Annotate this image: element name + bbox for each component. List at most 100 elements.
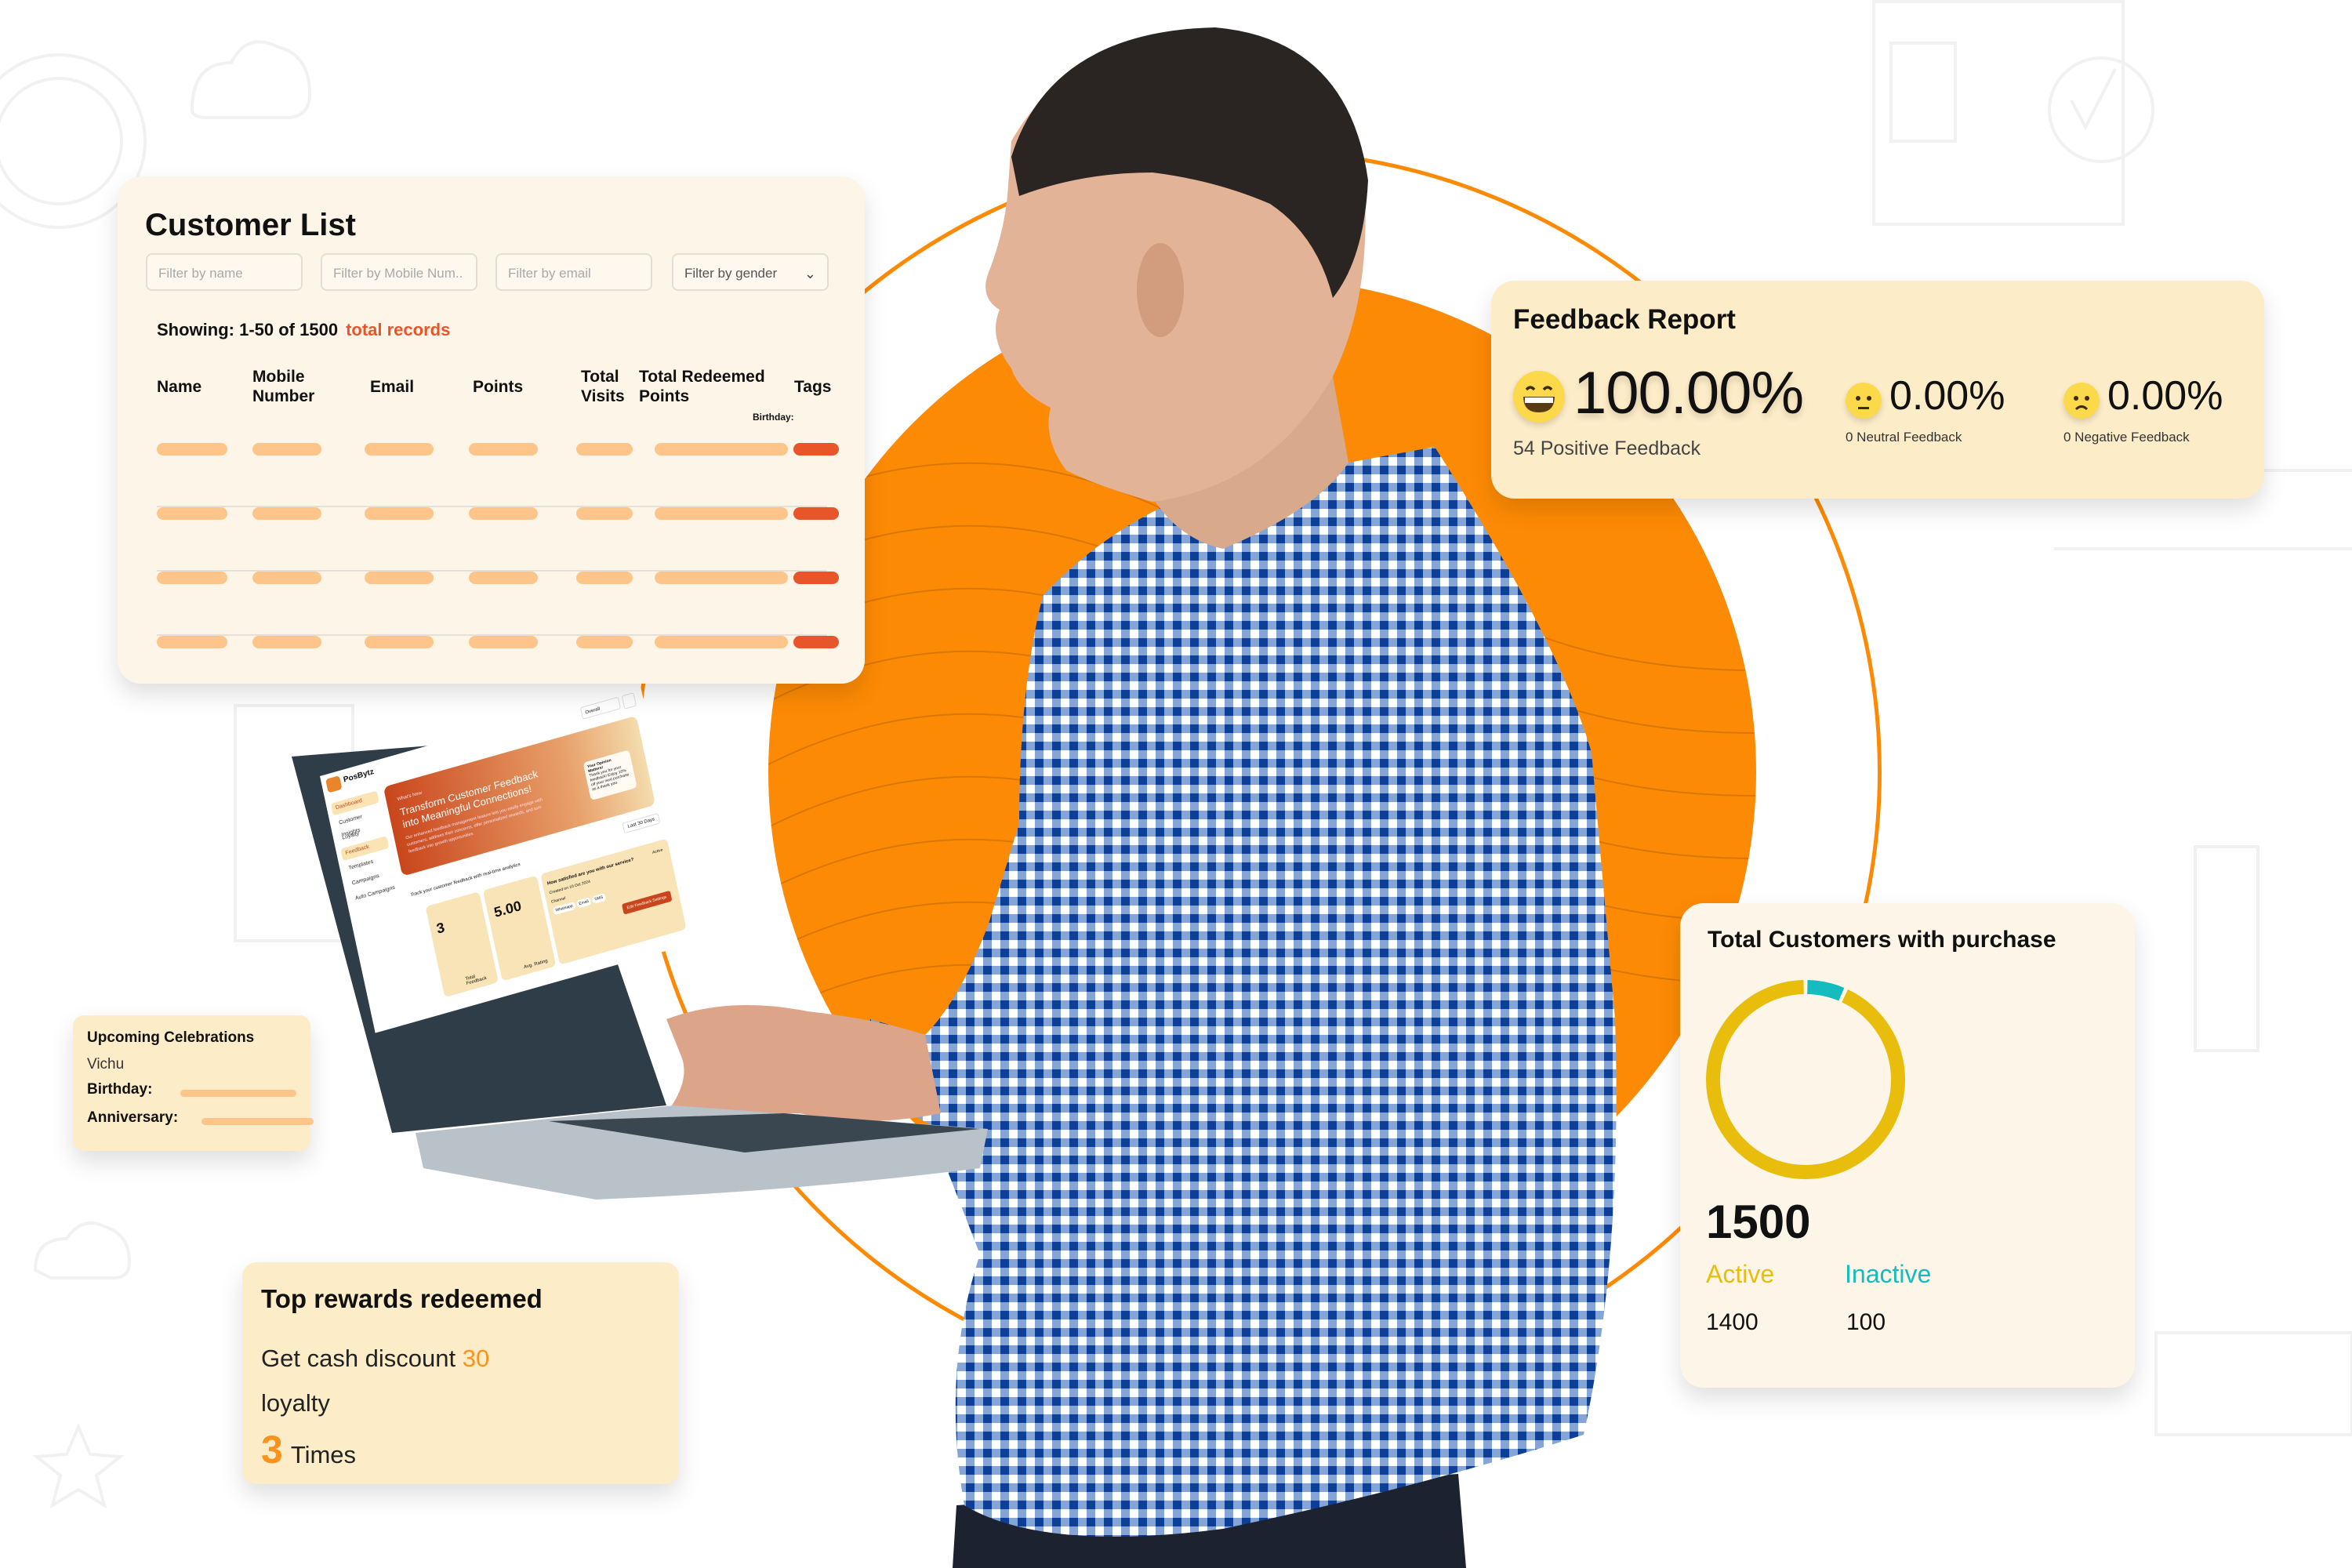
- cell-placeholder: [469, 636, 538, 648]
- tag-sublabel: Birthday:: [753, 412, 794, 423]
- negative-percent: 0.00%: [2107, 373, 2223, 419]
- survey-channel-label: Channel: [550, 895, 567, 905]
- cell-placeholder: [157, 636, 227, 648]
- banner-popup: Your Opinion Matters! Thank you for your…: [583, 750, 637, 801]
- feedback-report-title: Feedback Report: [1513, 304, 1736, 335]
- negative-feedback-count: 0 Negative Feedback: [2063, 430, 2190, 445]
- customer-list-card: Customer List Filter by name Filter by M…: [118, 176, 865, 684]
- stat-value: 3: [434, 919, 446, 937]
- tag-placeholder: [793, 507, 839, 520]
- brand-name: PosBytz: [343, 768, 375, 785]
- cell-placeholder: [576, 636, 633, 648]
- donut-slice-active: [1706, 980, 1905, 1179]
- survey-card: How satisfied are you with our service? …: [540, 838, 687, 965]
- neutral-percent: 0.00%: [1889, 373, 2005, 419]
- cell-placeholder: [157, 507, 227, 520]
- column-header-total-redeemed[interactable]: Total Redeemed Points: [639, 367, 788, 406]
- total-customers-value: 1500: [1706, 1196, 1811, 1248]
- legend-active-label: Active: [1706, 1260, 1775, 1288]
- survey-status[interactable]: Active: [652, 848, 664, 855]
- cell-placeholder: [157, 443, 227, 456]
- celebrations-title: Upcoming Celebrations: [87, 1029, 255, 1046]
- cell-placeholder: [252, 507, 321, 520]
- anniversary-placeholder-bar: [201, 1118, 314, 1125]
- column-header-total-visits[interactable]: Total Visits: [581, 367, 633, 406]
- filter-by-email-input[interactable]: Filter by email: [495, 253, 652, 291]
- table-row[interactable]: [157, 443, 839, 507]
- tag-placeholder: [793, 636, 839, 648]
- cell-placeholder: [469, 443, 538, 456]
- tag-placeholder: [793, 443, 839, 456]
- neutral-face-icon: [1846, 383, 1882, 419]
- cell-placeholder: [655, 572, 788, 584]
- positive-percent: 100.00%: [1573, 360, 1804, 426]
- birthday-label: Birthday:: [87, 1081, 153, 1098]
- filter-by-mobile-input[interactable]: Filter by Mobile Num..: [321, 253, 477, 291]
- cell-placeholder: [469, 572, 538, 584]
- cell-placeholder: [576, 572, 633, 584]
- birthday-placeholder-bar: [180, 1090, 296, 1097]
- total-customers-title: Total Customers with purchase: [1708, 927, 2056, 953]
- chevron-down-icon: ⌄: [804, 266, 816, 281]
- cell-placeholder: [252, 572, 321, 584]
- cell-placeholder: [576, 443, 633, 456]
- channel-chips: WhatsappEmailSMS: [552, 892, 608, 916]
- edit-feedback-settings-button[interactable]: Edit Feedback Settings: [621, 890, 673, 915]
- survey-question: How satisfied are you with our service?: [546, 857, 635, 887]
- stat-value: 5.00: [492, 898, 523, 921]
- positive-feedback-count: 54 Positive Feedback: [1513, 437, 1701, 459]
- gender-select-value: Filter by gender: [684, 266, 778, 281]
- reward-times: 3 Times: [261, 1427, 356, 1472]
- reward-type: loyalty: [261, 1389, 330, 1417]
- column-header-mobile[interactable]: Mobile Number: [252, 367, 331, 406]
- column-header-tags[interactable]: Tags: [794, 377, 831, 397]
- table-row[interactable]: [157, 636, 839, 700]
- frowning-face-icon: [2063, 383, 2100, 419]
- cell-placeholder: [252, 636, 321, 648]
- feedback-report-card: Feedback Report 100.00% 54 Positive Feed…: [1491, 281, 2264, 499]
- donut-slice-inactive: [1806, 980, 1845, 1001]
- table-row[interactable]: [157, 572, 839, 636]
- stat-label: Total Feedback: [465, 974, 488, 987]
- top-rewards-title: Top rewards redeemed: [261, 1284, 543, 1313]
- stat-label: Avg. Rating: [523, 958, 549, 971]
- cell-placeholder: [365, 443, 434, 456]
- cell-placeholder: [469, 507, 538, 520]
- customers-donut-chart: [1706, 980, 1905, 1179]
- cell-placeholder: [157, 572, 227, 584]
- channel-chip: SMS: [591, 892, 607, 905]
- neutral-feedback-count: 0 Neutral Feedback: [1846, 430, 1962, 445]
- upcoming-celebrations-card: Upcoming Celebrations Vichu Birthday: An…: [73, 1015, 314, 1151]
- cell-placeholder: [655, 443, 788, 456]
- showing-records: Showing: 1-50 of 1500 total records: [157, 320, 450, 340]
- filter-by-name-input[interactable]: Filter by name: [146, 253, 303, 291]
- top-rewards-card: Top rewards redeemed Get cash discount 3…: [242, 1262, 679, 1484]
- cell-placeholder: [365, 636, 434, 648]
- reward-times-label: Times: [290, 1441, 357, 1468]
- cell-placeholder: [655, 636, 788, 648]
- channel-chip: Email: [575, 897, 592, 909]
- cell-placeholder: [655, 507, 788, 520]
- legend-inactive-label: Inactive: [1845, 1260, 1932, 1288]
- cell-placeholder: [365, 572, 434, 584]
- grinning-face-icon: [1513, 371, 1565, 423]
- tag-placeholder: [793, 572, 839, 584]
- column-header-email[interactable]: Email: [370, 377, 414, 397]
- total-records-label: total records: [346, 320, 451, 339]
- posbytz-logo-icon: [325, 775, 343, 793]
- column-header-name[interactable]: Name: [157, 377, 201, 397]
- date-range-select[interactable]: Last 30 Days: [622, 812, 661, 834]
- customer-list-title: Customer List: [145, 208, 356, 242]
- cell-placeholder: [576, 507, 633, 520]
- total-customers-card: Total Customers with purchase 1500 Activ…: [1680, 903, 2135, 1388]
- table-row[interactable]: [157, 507, 839, 572]
- anniversary-label: Anniversary:: [87, 1109, 179, 1126]
- active-value: 1400: [1706, 1309, 1759, 1335]
- column-header-points[interactable]: Points: [473, 377, 523, 397]
- inactive-value: 100: [1846, 1309, 1886, 1335]
- reward-description: Get cash discount 30: [261, 1345, 489, 1373]
- filter-by-gender-select[interactable]: Filter by gender ⌄: [672, 253, 829, 291]
- showing-text: Showing: 1-50 of 1500: [157, 320, 339, 339]
- cell-placeholder: [252, 443, 321, 456]
- reward-amount: 30: [462, 1345, 490, 1372]
